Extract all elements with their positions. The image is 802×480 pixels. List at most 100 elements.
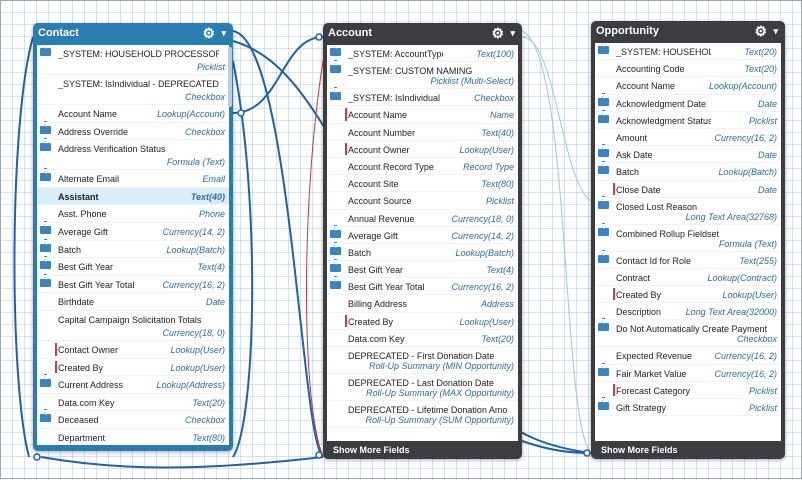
field-row[interactable]: Asst. Phone Phone <box>37 205 229 223</box>
opportunity-header[interactable]: Opportunity ⚙ ▾ <box>591 21 785 41</box>
field-row[interactable]: Data.com Key Text(20) <box>327 330 518 347</box>
field-row[interactable]: Do Not Automatically Create Payment Check… <box>595 318 781 348</box>
field-row[interactable]: Department Text(80) <box>37 429 229 445</box>
field-row[interactable]: _SYSTEM: HOUSEHOLD CONTACT ROLES Text(20) <box>595 43 781 61</box>
field-row[interactable]: Acknowledgment Date Date <box>595 92 781 112</box>
field-row[interactable]: Alternate Email Email <box>37 168 229 188</box>
field-type: Text(40) <box>481 127 514 138</box>
field-name: Expected Revenue <box>616 351 693 362</box>
field-row[interactable]: Close Date Date <box>595 181 781 198</box>
contact-header[interactable]: Contact ⚙ ▾ <box>33 23 233 43</box>
field-name: Created By <box>58 362 104 373</box>
field-row[interactable]: Account Name Lookup(Account) <box>595 77 781 95</box>
field-row[interactable]: Address Verification Status Formula (Text… <box>37 138 229 171</box>
field-row[interactable]: Address Override Checkbox <box>37 120 229 141</box>
field-row[interactable]: DEPRECATED - First Donation Date Roll-Up … <box>327 347 518 374</box>
field-row[interactable]: Account Number Text(40) <box>327 124 518 141</box>
account-object-card[interactable]: Account ⚙ ▾ _SYSTEM: AccountType Text(100… <box>323 23 522 459</box>
field-row[interactable]: Current Address Lookup(Address) <box>37 374 229 394</box>
field-row[interactable]: Deceased Checkbox <box>37 409 229 429</box>
opportunity-object-card[interactable]: Opportunity ⚙ ▾ _SYSTEM: HOUSEHOLD CONTA… <box>591 21 785 459</box>
field-row[interactable]: Accounting Code Text(20) <box>595 60 781 78</box>
account-field-list[interactable]: _SYSTEM: AccountType Text(100) _SYSTEM: CU… <box>327 45 518 441</box>
field-row[interactable]: Account Name Name <box>327 106 518 124</box>
gear-icon[interactable]: ⚙ <box>491 26 504 40</box>
field-row[interactable]: Description Long Text Area(32000) <box>595 303 781 321</box>
lookup-marker <box>613 182 615 195</box>
download-icon <box>40 374 51 388</box>
field-row[interactable]: Created By Lookup(User) <box>327 313 518 330</box>
field-row[interactable]: Acknowledgment Status Picklist <box>595 109 781 129</box>
field-row[interactable]: Account Site Text(80) <box>327 175 518 193</box>
field-name: Account Name <box>58 109 118 119</box>
field-row[interactable]: Best Gift Year Total Currency(16, 2) <box>37 273 229 294</box>
field-row[interactable]: Account Record Type Record Type <box>327 158 518 176</box>
field-row[interactable]: Batch Lookup(Batch) <box>595 161 781 181</box>
field-name: Best Gift Year Total <box>58 279 135 290</box>
field-row[interactable]: DEPRECATED - Last Donation Date Roll-Up S… <box>327 374 518 401</box>
field-row[interactable]: Data.com Key Text(20) <box>37 394 229 412</box>
field-row[interactable]: Best Gift Year Text(4) <box>327 259 518 279</box>
field-name: DEPRECATED - First Donation Date <box>348 351 495 361</box>
field-name: Do Not Automatically Create Payment <box>616 324 768 335</box>
field-type: Lookup(Account) <box>156 109 225 119</box>
field-row[interactable]: Capital Campaign Solicitation Totals Curr… <box>37 311 229 341</box>
contact-object-card[interactable]: Contact ⚙ ▾ _SYSTEM: HOUSEHOLD PROCESSOR… <box>33 23 233 451</box>
gear-icon[interactable]: ⚙ <box>202 26 215 40</box>
field-row[interactable]: _SYSTEM: AccountType Text(100) <box>327 45 518 63</box>
field-type: Checkbox <box>184 92 225 102</box>
field-row[interactable]: Birthdate Date <box>37 293 229 311</box>
field-row[interactable]: Annual Revenue Currency(18, 0) <box>327 210 518 227</box>
field-row[interactable]: Account Source Picklist <box>327 192 518 210</box>
chevron-down-icon[interactable]: ▾ <box>221 26 226 40</box>
field-name: Deceased <box>58 415 99 426</box>
opportunity-field-list[interactable]: _SYSTEM: HOUSEHOLD CONTACT ROLES Text(20)… <box>595 43 781 441</box>
field-row[interactable]: Best Gift Year Total Currency(16, 2) <box>327 276 518 296</box>
field-type: Formula (Text) <box>166 157 225 168</box>
field-row[interactable]: Batch Lookup(Batch) <box>327 241 518 262</box>
field-row[interactable]: Expected Revenue Currency(16, 2) <box>595 347 781 365</box>
field-row[interactable]: Created By Lookup(User) <box>37 359 229 377</box>
field-row[interactable]: Forecast Category Picklist <box>595 382 781 399</box>
field-row[interactable]: _SYSTEM: CUSTOM NAMING Picklist (Multi-Se… <box>327 60 518 90</box>
field-row[interactable]: Contact Id for Role Text(255) <box>595 249 781 269</box>
field-row[interactable]: Average Gift Currency(14, 2) <box>37 220 229 241</box>
contact-field-list[interactable]: _SYSTEM: HOUSEHOLD PROCESSOR Picklist _SYS… <box>37 45 229 445</box>
field-name: Asst. Phone <box>58 209 107 220</box>
gear-icon[interactable]: ⚙ <box>754 24 767 38</box>
field-name: Gift Strategy <box>616 403 667 413</box>
field-row[interactable]: Contact Owner Lookup(User) <box>37 341 229 359</box>
contact-to-account-line-1 <box>232 36 324 114</box>
field-row[interactable]: Gift Strategy Picklist <box>595 397 781 417</box>
field-row[interactable]: Billing Address Address <box>327 295 518 313</box>
field-row[interactable]: Batch Lookup(Batch) <box>37 238 229 259</box>
field-name: Account Name <box>348 110 408 121</box>
field-row[interactable]: Fair Market Value Currency(16, 2) <box>595 362 781 382</box>
field-row[interactable]: Account Owner Lookup(User) <box>327 141 518 158</box>
field-row[interactable]: Amount Currency(16, 2) <box>595 129 781 147</box>
show-more-fields-button[interactable]: Show More Fields <box>323 441 522 459</box>
field-name: _SYSTEM: HOUSEHOLD CONTACT ROLES <box>616 47 711 57</box>
account-header[interactable]: Account ⚙ ▾ <box>323 23 522 43</box>
field-type: Lookup(Batch) <box>718 167 777 178</box>
field-row[interactable]: _SYSTEM: HOUSEHOLD PROCESSOR Picklist <box>37 45 229 75</box>
field-row[interactable]: Created By Lookup(User) <box>595 286 781 304</box>
field-row[interactable]: Best Gift Year Text(4) <box>37 256 229 276</box>
field-row[interactable]: _SYSTEM: IsIndividual - DEPRECATED Checkb… <box>37 75 229 105</box>
field-row[interactable]: Closed Lost Reason Long Text Area(32768) <box>595 195 781 225</box>
field-row[interactable]: Ask Date Date <box>595 144 781 164</box>
field-row[interactable]: Account Name Lookup(Account) <box>37 105 229 123</box>
show-more-fields-button[interactable]: Show More Fields <box>591 441 785 459</box>
field-row[interactable]: DEPRECATED - Lifetime Donation Amount Rol… <box>327 401 518 428</box>
field-type: Currency(16, 2) <box>714 368 777 379</box>
field-row[interactable]: _SYSTEM: IsIndividual Checkbox <box>327 87 518 107</box>
field-row[interactable]: Contract Lookup(Contract) <box>595 269 781 287</box>
chevron-down-icon[interactable]: ▾ <box>773 24 778 38</box>
chevron-down-icon[interactable]: ▾ <box>510 26 515 40</box>
field-row[interactable]: Combined Rollup Fieldset Formula (Text) <box>595 222 781 252</box>
field-row[interactable]: Assistant Text(40) <box>37 187 229 206</box>
field-row[interactable]: Average Gift Currency(14, 2) <box>327 224 518 244</box>
field-name: Fair Market Value <box>616 368 687 379</box>
scrollbar[interactable] <box>228 47 232 107</box>
lookup-marker <box>345 108 347 121</box>
